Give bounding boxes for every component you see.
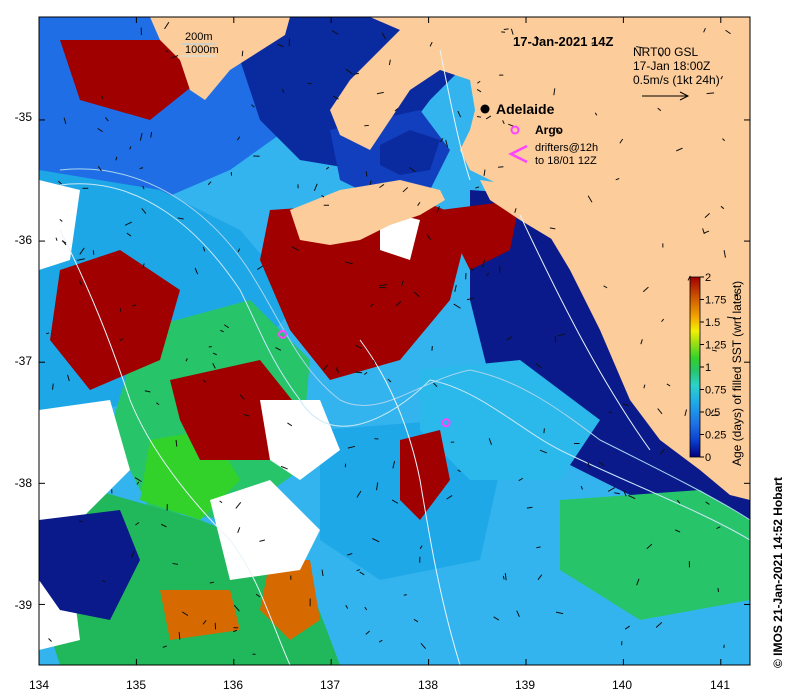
x-tick-label: 136 — [223, 678, 243, 692]
longitude-axis: 134 135 136 137 138 139 140 141 — [29, 678, 730, 692]
x-tick-label: 135 — [126, 678, 146, 692]
valid-time: 17-Jan 18:00Z — [633, 59, 710, 73]
current-arrow — [403, 594, 407, 596]
adelaide-marker — [480, 104, 490, 114]
colorbar-tick-label: 0.75 — [705, 385, 726, 397]
latitude-axis: -35 -36 -37 -38 -39 — [15, 110, 33, 612]
copyright-notice: © IMOS 21-Jan-2021 14:52 Hobart — [771, 477, 785, 668]
colorbar-tick-label: 0 — [705, 452, 711, 464]
current-arrow — [717, 588, 719, 592]
x-tick-label: 134 — [29, 678, 49, 692]
place-label-adelaide: Adelaide — [496, 101, 555, 117]
y-tick-label: -39 — [15, 598, 33, 612]
map-field — [39, 17, 750, 665]
colorbar-tick-label: 1.75 — [705, 295, 726, 307]
colorbar-tick-label: 1.25 — [705, 340, 726, 352]
current-arrow — [476, 116, 482, 118]
colorbar-tick-label: 2 — [705, 272, 711, 284]
x-tick-label: 138 — [418, 678, 438, 692]
isobath-label: 200m — [185, 31, 213, 43]
current-arrow — [503, 28, 509, 31]
copyright-text: © IMOS 21-Jan-2021 14:52 Hobart — [771, 477, 785, 668]
colorbar-tick-label: 0.5 — [705, 407, 720, 419]
x-tick-label: 141 — [710, 678, 730, 692]
product-label: NRT00 GSL — [633, 45, 698, 59]
scale-label: 0.5m/s (1kt 24h) — [633, 73, 720, 87]
drifters-legend-line1: drifters@12h — [535, 142, 598, 154]
current-arrow — [178, 631, 181, 640]
date-title: 17-Jan-2021 14Z — [513, 34, 614, 49]
y-tick-label: -36 — [15, 233, 33, 247]
colorbar-title: Age (days) of filled SST (wrt latest) — [730, 281, 744, 466]
y-tick-label: -37 — [15, 354, 33, 368]
sst-age-map: 134 135 136 137 138 139 140 141 -35 -36 … — [15, 16, 751, 692]
x-tick-label: 139 — [515, 678, 535, 692]
colorbar-gradient — [689, 276, 701, 458]
argo-legend-label: Argo — [535, 123, 563, 137]
current-arrow — [498, 166, 504, 168]
colorbar-tick-label: 1 — [705, 362, 711, 374]
current-arrow — [241, 50, 244, 57]
x-tick-label: 140 — [612, 678, 632, 692]
y-tick-label: -38 — [15, 476, 33, 490]
x-tick-label: 137 — [320, 678, 340, 692]
current-arrow — [543, 428, 545, 434]
colorbar-tick-label: 1.5 — [705, 317, 720, 329]
current-arrow — [92, 250, 95, 255]
isobath-label: 1000m — [185, 44, 219, 56]
y-tick-label: -35 — [15, 110, 33, 124]
current-arrow — [307, 82, 312, 85]
colorbar-tick-label: 0.25 — [705, 430, 726, 442]
drifters-legend-line2: to 18/01 12Z — [535, 155, 597, 167]
